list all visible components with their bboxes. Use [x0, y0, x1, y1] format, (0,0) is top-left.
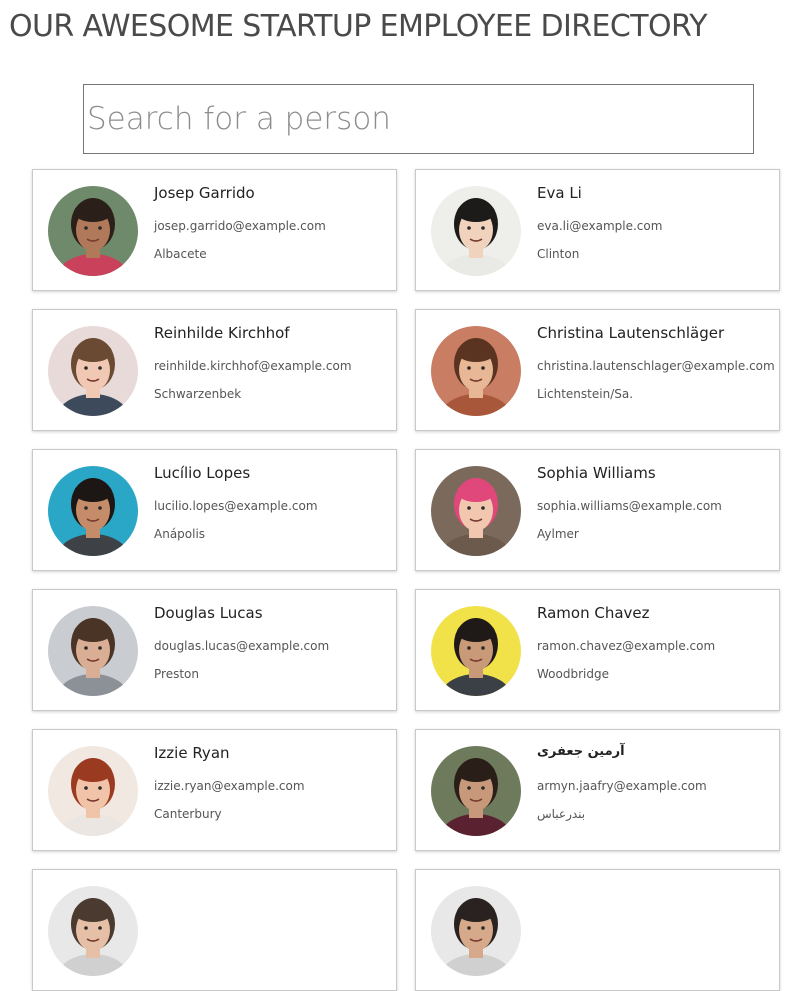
- avatar: [431, 326, 521, 416]
- search-box: [83, 84, 754, 154]
- avatar: [431, 606, 521, 696]
- employee-name: Douglas Lucas: [154, 604, 263, 622]
- page-title: OUR AWESOME STARTUP EMPLOYEE DIRECTORY: [9, 9, 708, 44]
- employee-name: Ramon Chavez: [537, 604, 650, 622]
- employee-card[interactable]: Josep Garrido josep.garrido@example.com Al…: [32, 169, 397, 291]
- employee-name: Reinhilde Kirchhof: [154, 324, 290, 342]
- employee-card[interactable]: Eva Li eva.li@example.com Clinton: [415, 169, 780, 291]
- employee-card[interactable]: [32, 869, 397, 991]
- avatar: [48, 886, 138, 976]
- employee-email: christina.lautenschlager@example.com: [537, 359, 775, 373]
- employee-email: izzie.ryan@example.com: [154, 779, 305, 793]
- employee-email: eva.li@example.com: [537, 219, 663, 233]
- employee-city: Canterbury: [154, 807, 222, 821]
- employee-city: Woodbridge: [537, 667, 609, 681]
- employee-email: armyn.jaafry@example.com: [537, 779, 707, 793]
- employee-card[interactable]: [415, 869, 780, 991]
- employee-email: douglas.lucas@example.com: [154, 639, 330, 653]
- employee-card[interactable]: Ramon Chavez ramon.chavez@example.com Wood…: [415, 589, 780, 711]
- employee-city: Schwarzenbek: [154, 387, 242, 401]
- employee-city: بندرعباس: [537, 807, 586, 821]
- employee-name: Christina Lautenschläger: [537, 324, 725, 342]
- employee-name: Eva Li: [537, 184, 582, 202]
- avatar: [48, 746, 138, 836]
- employee-city: Albacete: [154, 247, 207, 261]
- employee-email: ramon.chavez@example.com: [537, 639, 716, 653]
- employee-card[interactable]: Sophia Williams sophia.williams@example.c…: [415, 449, 780, 571]
- avatar: [431, 466, 521, 556]
- employee-city: Lichtenstein/Sa.: [537, 387, 634, 401]
- employee-city: Aylmer: [537, 527, 579, 541]
- employee-card[interactable]: Lucílio Lopes lucilio.lopes@example.com An…: [32, 449, 397, 571]
- avatar: [48, 186, 138, 276]
- avatar: [48, 466, 138, 556]
- employee-email: sophia.williams@example.com: [537, 499, 722, 513]
- employee-city: Preston: [154, 667, 199, 681]
- avatar: [431, 886, 521, 976]
- employee-email: reinhilde.kirchhof@example.com: [154, 359, 352, 373]
- employee-name: آرمین جعفری: [537, 744, 625, 759]
- employee-card[interactable]: آرمین جعفری armyn.jaafry@example.com بندرع…: [415, 729, 780, 851]
- employee-card[interactable]: Douglas Lucas douglas.lucas@example.com Pr…: [32, 589, 397, 711]
- avatar: [431, 746, 521, 836]
- avatar: [48, 326, 138, 416]
- employee-card[interactable]: Christina Lautenschläger christina.lauten…: [415, 309, 780, 431]
- avatar: [431, 186, 521, 276]
- employee-name: Josep Garrido: [154, 184, 255, 202]
- search-input[interactable]: [84, 85, 753, 153]
- employee-card[interactable]: Reinhilde Kirchhof reinhilde.kirchhof@exa…: [32, 309, 397, 431]
- employee-city: Anápolis: [154, 527, 206, 541]
- employee-name: Lucílio Lopes: [154, 464, 251, 482]
- employee-name: Sophia Williams: [537, 464, 656, 482]
- employee-name: Izzie Ryan: [154, 744, 230, 762]
- avatar: [48, 606, 138, 696]
- employee-card[interactable]: Izzie Ryan izzie.ryan@example.com Canterbu…: [32, 729, 397, 851]
- employee-email: lucilio.lopes@example.com: [154, 499, 318, 513]
- employee-email: josep.garrido@example.com: [154, 219, 326, 233]
- employee-city: Clinton: [537, 247, 580, 261]
